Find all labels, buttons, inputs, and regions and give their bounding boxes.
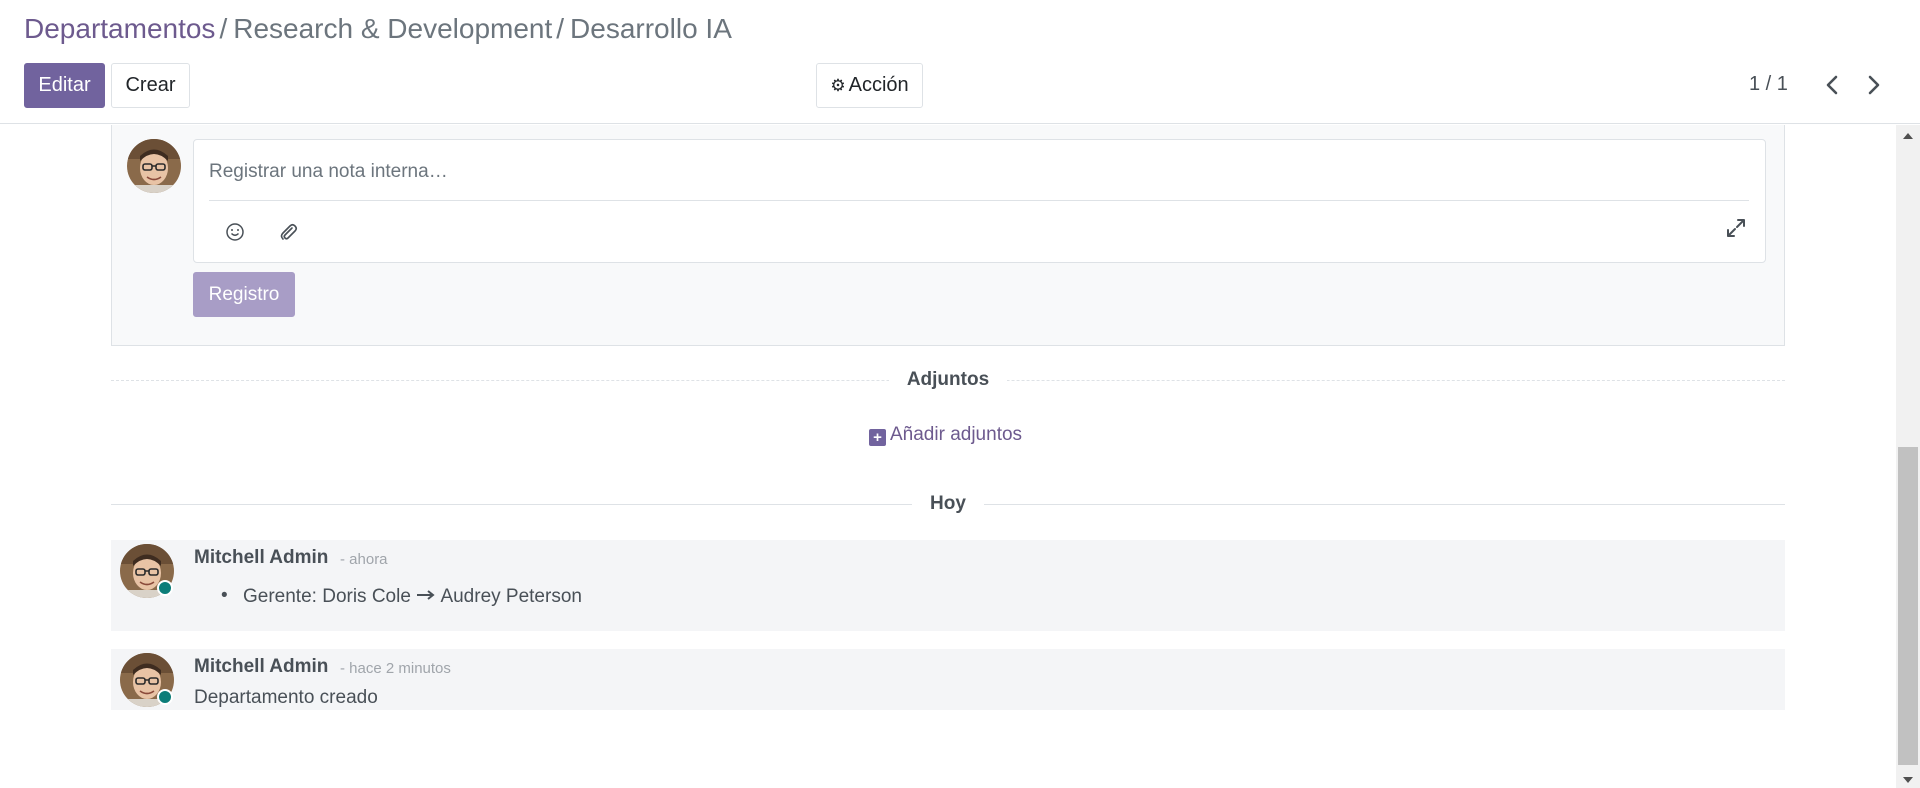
online-status-icon xyxy=(157,580,173,596)
message: Mitchell Admin - ahora • Gerente: Doris … xyxy=(111,540,1785,631)
message-author[interactable]: Mitchell Admin xyxy=(194,656,328,678)
note-input[interactable] xyxy=(209,158,1749,186)
action-label: Acción xyxy=(848,74,909,96)
composer-divider xyxy=(209,200,1749,201)
breadcrumb-separator: / xyxy=(219,13,228,44)
tracking-field: Gerente: xyxy=(243,586,317,607)
tracking-value-change: • Gerente: Doris Cole Audrey Peterson xyxy=(221,585,582,608)
message-body: Departamento creado xyxy=(194,687,378,708)
breadcrumb-parent: Research & Development xyxy=(233,13,553,44)
control-panel: Departamentos / Research & Development / Des… xyxy=(0,0,1920,124)
scrollbar[interactable] xyxy=(1896,125,1920,788)
composer xyxy=(193,139,1766,263)
tracking-old-value: Doris Cole xyxy=(322,586,411,607)
emoji-icon[interactable] xyxy=(223,220,247,244)
scrollbar-thumb[interactable] xyxy=(1898,447,1918,765)
composer-panel: Registro xyxy=(111,125,1785,346)
online-status-icon xyxy=(157,689,173,705)
edit-button[interactable]: Editar xyxy=(24,63,105,108)
breadcrumb-departments-link[interactable]: Departamentos xyxy=(24,13,215,44)
date-separator: Hoy xyxy=(111,489,1785,519)
tracking-new-value: Audrey Peterson xyxy=(440,586,582,607)
create-button[interactable]: Crear xyxy=(111,63,190,108)
breadcrumb-current: Desarrollo IA xyxy=(570,13,732,44)
scroll-down-arrow-icon[interactable] xyxy=(1903,777,1913,783)
expand-icon[interactable] xyxy=(1724,216,1748,240)
paperclip-icon[interactable] xyxy=(276,220,300,244)
add-attachments-link[interactable]: + Añadir adjuntos xyxy=(869,423,1022,447)
scroll-up-arrow-icon[interactable] xyxy=(1903,133,1913,139)
message-date: - hace 2 minutos xyxy=(340,660,451,677)
gear-icon: ⚙ xyxy=(830,76,846,95)
attachments-separator: Adjuntos xyxy=(111,365,1785,395)
arrow-right-icon xyxy=(417,590,435,600)
breadcrumb: Departamentos / Research & Development / Des… xyxy=(24,12,732,46)
date-separator-label: Hoy xyxy=(912,493,984,514)
chevron-right-icon[interactable] xyxy=(1858,70,1888,100)
message-author[interactable]: Mitchell Admin xyxy=(194,547,328,569)
add-attachments-label: Añadir adjuntos xyxy=(890,424,1023,445)
bullet: • xyxy=(221,585,228,606)
action-button[interactable]: ⚙ Acción xyxy=(816,63,923,108)
avatar xyxy=(127,139,181,193)
breadcrumb-separator: / xyxy=(556,13,565,44)
plus-square-icon: + xyxy=(869,429,886,446)
message-date: - ahora xyxy=(340,551,388,568)
message: Mitchell Admin - hace 2 minutos Departam… xyxy=(111,649,1785,710)
log-note-button[interactable]: Registro xyxy=(193,272,295,317)
chatter: Registro Adjuntos +Añadir adjuntos Hoy xyxy=(0,125,1896,788)
chevron-left-icon[interactable] xyxy=(1818,70,1848,100)
attachments-title: Adjuntos xyxy=(888,369,1008,390)
pager-value[interactable]: 1 / 1 xyxy=(1749,72,1788,96)
